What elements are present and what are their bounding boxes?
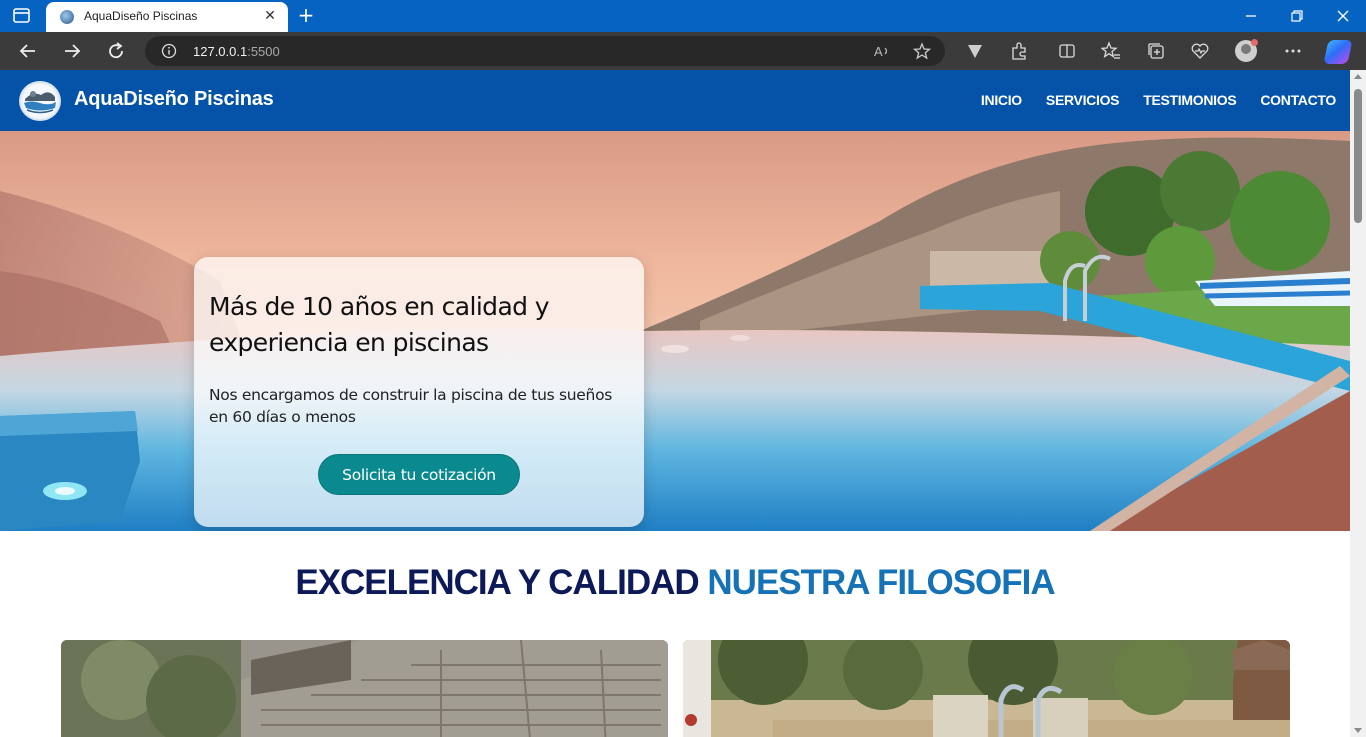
sidebar-icon[interactable] — [12, 7, 32, 25]
star-icon[interactable] — [913, 42, 931, 60]
stone-wall-photo — [61, 640, 668, 737]
page-viewport: AquaDiseño Piscinas INICIO SERVICIOS TES… — [0, 70, 1350, 737]
restore-icon[interactable] — [1287, 6, 1307, 26]
more-icon[interactable] — [1283, 41, 1303, 61]
address-bar[interactable]: 127.0.0.1:5500 A — [145, 36, 945, 66]
nav-testimonios[interactable]: TESTIMONIOS — [1143, 92, 1236, 108]
extension-v-icon[interactable] — [965, 41, 985, 61]
collections-icon[interactable] — [1146, 41, 1166, 61]
minimize-icon[interactable] — [1241, 6, 1261, 26]
brand-name[interactable]: AquaDiseño Piscinas — [74, 88, 274, 111]
close-tab-icon[interactable]: ✕ — [262, 8, 278, 24]
refresh-icon[interactable] — [105, 40, 127, 62]
split-screen-icon[interactable] — [1057, 41, 1077, 61]
scroll-down-arrow-icon[interactable] — [1354, 728, 1362, 733]
logo[interactable] — [19, 81, 61, 121]
section-title-part1: EXCELENCIA Y CALIDAD — [295, 563, 699, 602]
site-header: AquaDiseño Piscinas INICIO SERVICIOS TES… — [0, 70, 1350, 131]
browser-essentials-icon[interactable] — [1190, 41, 1210, 61]
url-port: :5500 — [247, 44, 280, 59]
hero-banner: Más de 10 años en calidad y experiencia … — [0, 131, 1350, 531]
forward-icon[interactable] — [61, 40, 83, 62]
browser-toolbar: 127.0.0.1:5500 A — [0, 32, 1366, 70]
close-window-icon[interactable] — [1333, 6, 1353, 26]
url-text: 127.0.0.1:5500 — [193, 44, 280, 59]
nav-servicios[interactable]: SERVICIOS — [1046, 92, 1120, 108]
hero-card: Más de 10 años en calidad y experiencia … — [194, 257, 644, 527]
back-icon[interactable] — [17, 40, 39, 62]
browser-tab-bar: AquaDiseño Piscinas ✕ + — [0, 0, 1366, 32]
extension-icon[interactable] — [1009, 41, 1029, 61]
tab-title: AquaDiseño Piscinas — [84, 9, 198, 23]
url-host: 127.0.0.1 — [193, 44, 248, 59]
info-icon[interactable] — [161, 43, 177, 59]
profile-notification-dot — [1251, 39, 1258, 46]
site-favicon-icon — [60, 10, 74, 24]
section-title-part2: NUESTRA FILOSOFIA — [707, 563, 1055, 602]
hero-title: Más de 10 años en calidad y experiencia … — [209, 292, 550, 357]
section-title: EXCELENCIA Y CALIDAD NUESTRA FILOSOFIA — [0, 563, 1350, 603]
scroll-up-arrow-icon[interactable] — [1354, 74, 1362, 79]
copilot-icon[interactable] — [1323, 40, 1353, 64]
browser-tab[interactable]: AquaDiseño Piscinas ✕ — [46, 2, 288, 32]
svg-text:A: A — [874, 44, 883, 59]
read-aloud-icon[interactable]: A — [873, 43, 891, 59]
nav-inicio[interactable]: INICIO — [981, 92, 1022, 108]
scrollbar-thumb[interactable] — [1354, 89, 1362, 223]
garden-pool-photo — [683, 640, 1290, 737]
page-scrollbar[interactable] — [1350, 70, 1366, 737]
favorites-icon[interactable] — [1101, 41, 1121, 61]
new-tab-plus-icon[interactable]: + — [296, 5, 316, 26]
quote-request-button[interactable]: Solicita tu cotización — [318, 454, 520, 495]
nav-contacto[interactable]: CONTACTO — [1260, 92, 1336, 108]
main-nav: INICIO SERVICIOS TESTIMONIOS CONTACTO — [981, 92, 1336, 108]
hero-subtitle: Nos encargamos de construir la piscina d… — [209, 386, 613, 426]
